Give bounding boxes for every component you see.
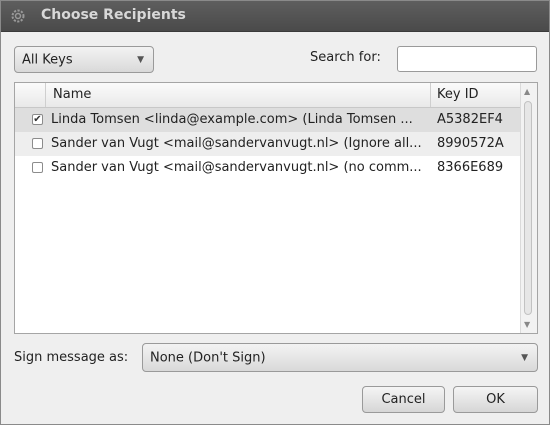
recipient-key-id: A5382EF4 bbox=[437, 112, 503, 127]
scroll-up-icon[interactable]: ▲ bbox=[524, 87, 530, 96]
checkmark-icon: ✔ bbox=[33, 114, 42, 125]
search-label: Search for: bbox=[310, 50, 381, 65]
window-title: Choose Recipients bbox=[41, 7, 186, 23]
scrollbar-thumb[interactable] bbox=[524, 101, 532, 315]
ok-button[interactable]: OK bbox=[453, 386, 538, 413]
column-header-name[interactable]: Name bbox=[53, 87, 91, 102]
recipient-checkbox[interactable] bbox=[32, 138, 43, 149]
table-row[interactable]: Sander van Vugt <mail@sandervanvugt.nl> … bbox=[15, 156, 522, 180]
choose-recipients-dialog: Choose Recipients All Keys ▼ Search for:… bbox=[0, 0, 550, 425]
gear-icon bbox=[11, 9, 25, 23]
column-header-key-id[interactable]: Key ID bbox=[437, 87, 479, 102]
vertical-scrollbar[interactable]: ▲ ▼ bbox=[520, 83, 537, 333]
sign-message-value: None (Don't Sign) bbox=[150, 350, 266, 365]
recipient-checkbox[interactable] bbox=[32, 162, 43, 173]
table-header: Name Key ID bbox=[15, 83, 522, 108]
table-row[interactable]: ✔ Linda Tomsen <linda@example.com> (Lind… bbox=[15, 108, 522, 132]
sign-message-dropdown[interactable]: None (Don't Sign) ▼ bbox=[142, 343, 538, 372]
chevron-down-icon: ▼ bbox=[521, 352, 528, 363]
key-filter-value: All Keys bbox=[22, 52, 73, 67]
recipient-name: Sander van Vugt <mail@sandervanvugt.nl> … bbox=[51, 136, 422, 151]
recipient-name: Sander van Vugt <mail@sandervanvugt.nl> … bbox=[51, 160, 422, 175]
chevron-down-icon: ▼ bbox=[137, 54, 144, 65]
title-bar[interactable]: Choose Recipients bbox=[1, 1, 549, 32]
column-divider[interactable] bbox=[430, 83, 431, 107]
column-header-check[interactable] bbox=[15, 83, 46, 107]
cancel-button[interactable]: Cancel bbox=[362, 386, 445, 413]
recipient-key-id: 8990572A bbox=[437, 136, 504, 151]
recipient-checkbox[interactable]: ✔ bbox=[32, 114, 43, 125]
scroll-down-icon[interactable]: ▼ bbox=[524, 320, 530, 329]
table-row[interactable]: Sander van Vugt <mail@sandervanvugt.nl> … bbox=[15, 132, 522, 156]
recipients-list: Name Key ID ✔ Linda Tomsen <linda@exampl… bbox=[14, 82, 538, 334]
search-input[interactable] bbox=[397, 46, 537, 72]
recipient-name: Linda Tomsen <linda@example.com> (Linda … bbox=[51, 112, 413, 127]
key-filter-dropdown[interactable]: All Keys ▼ bbox=[14, 46, 154, 73]
sign-message-label: Sign message as: bbox=[14, 350, 129, 365]
recipient-key-id: 8366E689 bbox=[437, 160, 504, 175]
